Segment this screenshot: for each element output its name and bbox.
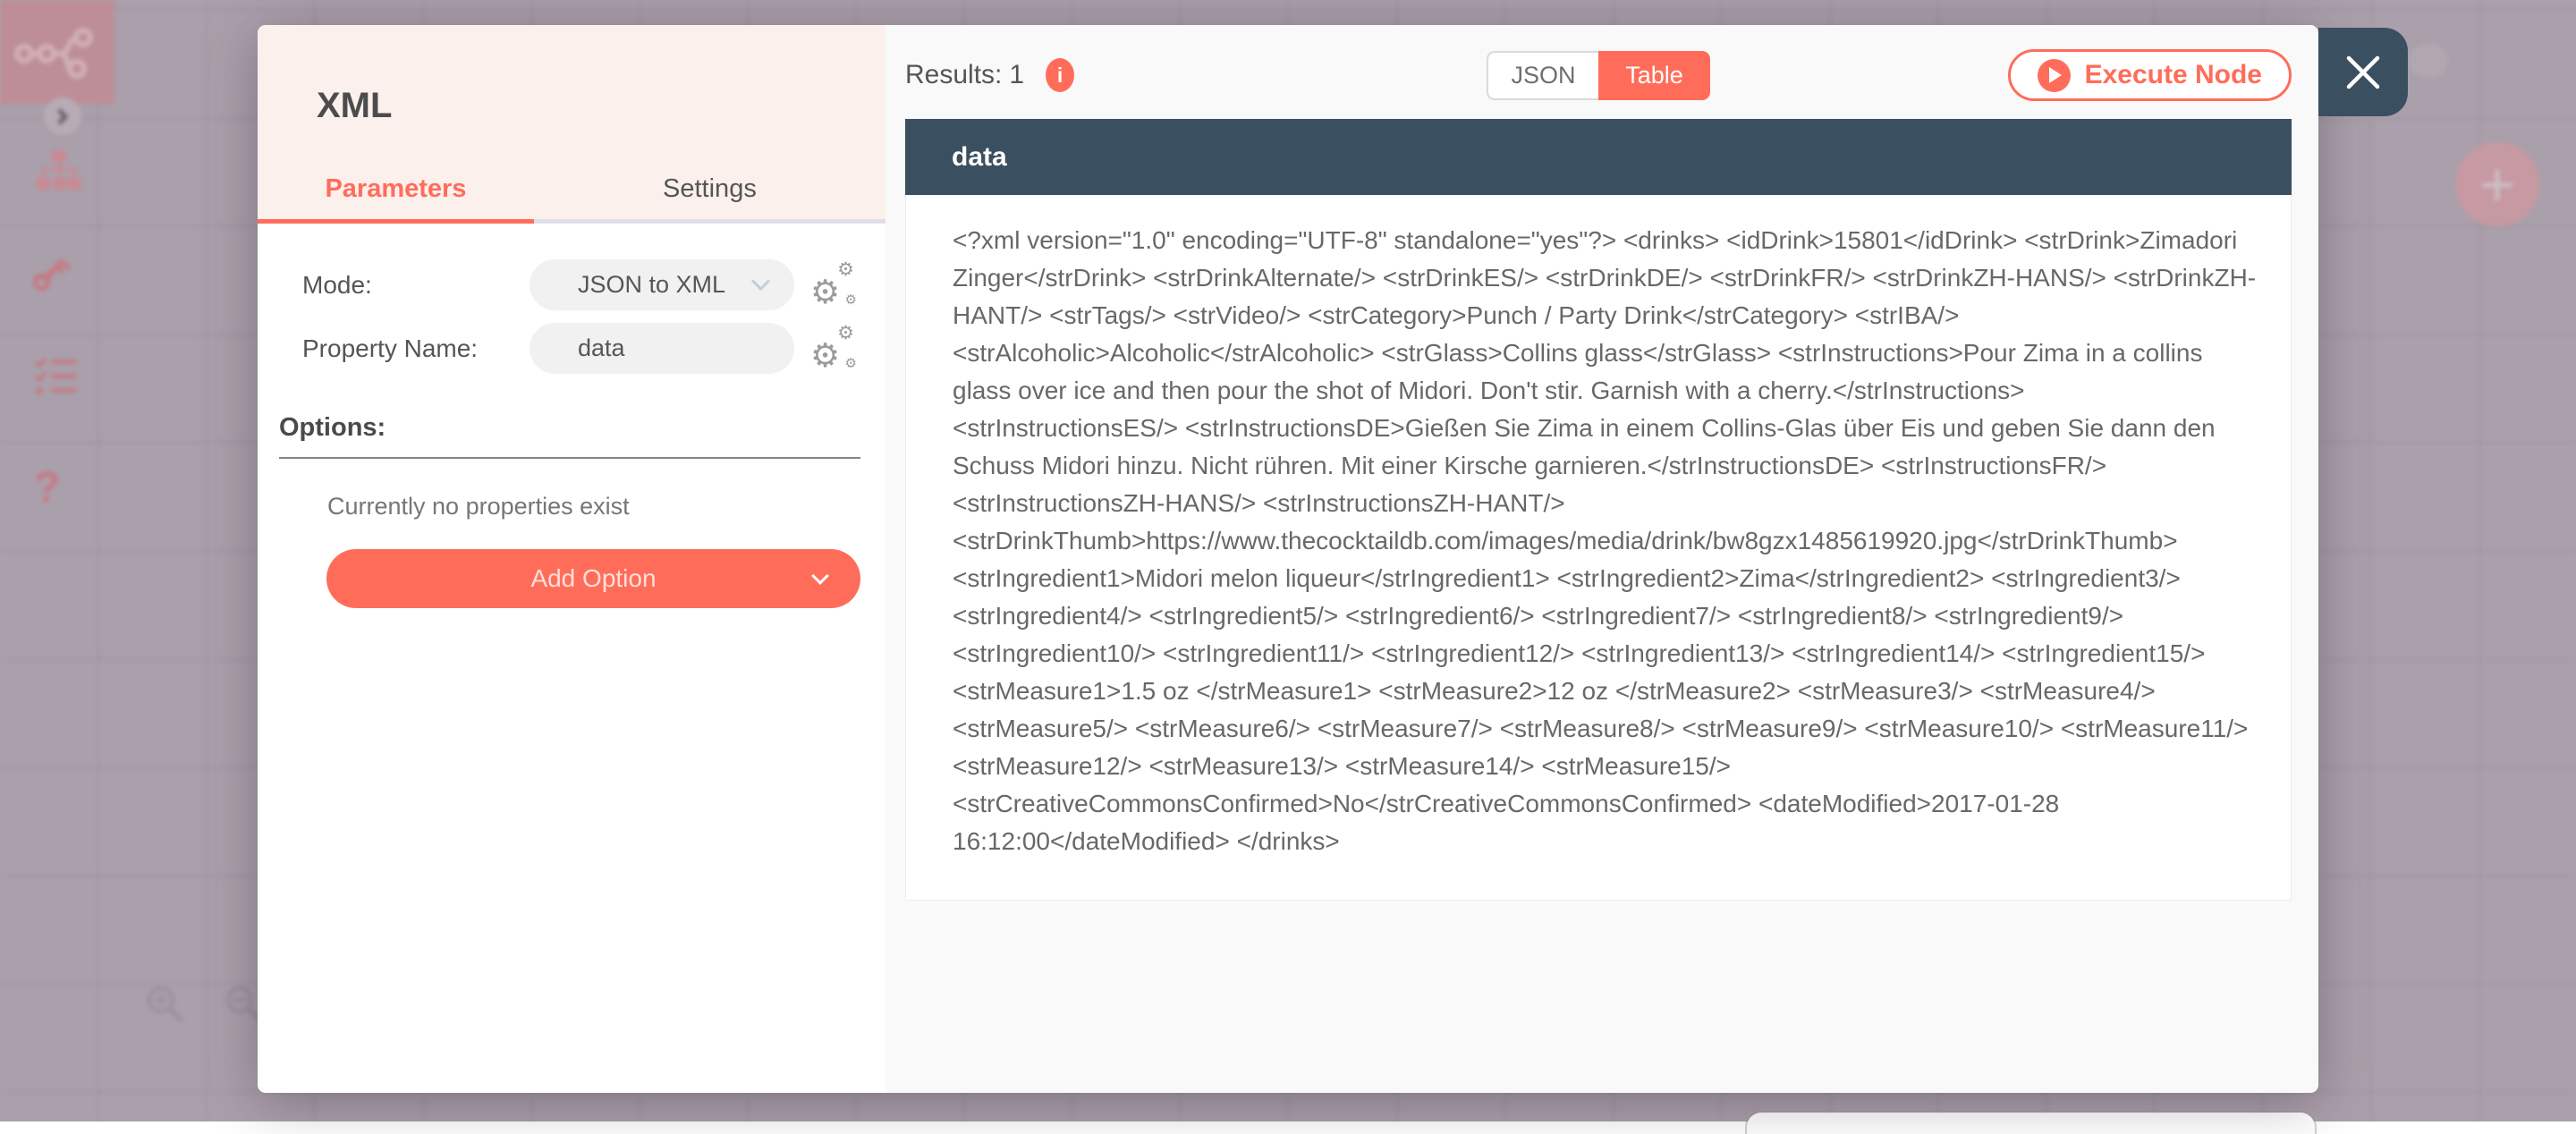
view-json-button[interactable]: JSON [1487,51,1598,100]
chevron-right-icon [52,108,68,124]
node-title: XML [317,86,392,126]
sidebar-item-credentials[interactable] [28,251,72,296]
results-label: Results:1 [905,60,1024,90]
sidebar-item-workflows[interactable] [36,150,82,191]
add-node-button[interactable]: + [2455,142,2539,226]
table-xml-content: <?xml version="1.0" encoding="UTF-8" sta… [905,195,2292,901]
parameters-body: Mode: JSON to XML ⚙ ⚙ ⚙ Property Name: d… [258,224,886,608]
mode-gears-icon[interactable]: ⚙ ⚙ ⚙ [810,262,857,309]
add-option-label: Add Option [530,564,656,593]
options-heading: Options: [279,413,860,443]
question-icon: ? [34,463,60,512]
sidebar-item-help[interactable]: ? [34,463,60,512]
zoom-in-icon [145,984,186,1025]
node-settings-panel: XML Parameters Settings Mode: JSON to XM… [258,25,886,1093]
property-name-value: data [578,334,625,362]
sidebar-item-executions[interactable] [35,357,78,396]
checklist-icon [35,357,78,396]
view-toggle: JSON Table [1487,51,1710,100]
mode-label: Mode: [302,271,530,300]
property-name-input[interactable]: data [530,323,794,374]
n8n-logo-icon [14,23,100,82]
plus-icon: + [2479,153,2516,216]
results-count: 1 [1009,60,1024,89]
property-name-field-row: Property Name: data ⚙ ⚙ ⚙ [279,323,860,374]
view-table-button[interactable]: Table [1598,51,1710,100]
sidebar-collapse-button[interactable] [44,97,81,135]
n8n-logo [0,0,114,105]
sitemap-icon [36,150,82,191]
results-panel: Results:1 i JSON Table Execute Node data… [886,25,2318,1093]
execute-node-label: Execute Node [2085,60,2262,90]
property-name-label: Property Name: [302,334,530,363]
mode-field-row: Mode: JSON to XML ⚙ ⚙ ⚙ [279,259,860,310]
execute-node-button[interactable]: Execute Node [2008,49,2292,101]
table-header-data: data [905,119,2292,195]
play-icon [2038,59,2071,92]
options-divider [279,457,860,459]
property-name-gears-icon[interactable]: ⚙ ⚙ ⚙ [810,326,857,372]
key-icon [28,251,72,296]
background-toggle-pill [2409,44,2448,78]
add-option-button[interactable]: Add Option [326,549,860,608]
mode-select-value: JSON to XML [578,271,725,299]
tab-settings[interactable]: Settings [534,159,886,224]
close-button[interactable] [2318,28,2408,116]
close-icon [2344,54,2382,91]
mode-select[interactable]: JSON to XML [530,259,794,310]
options-empty-text: Currently no properties exist [279,493,860,520]
chevron-down-icon [751,272,770,291]
info-icon[interactable]: i [1046,58,1074,92]
results-table: data <?xml version="1.0" encoding="UTF-8… [905,119,2292,901]
node-details-modal: XML Parameters Settings Mode: JSON to XM… [258,25,2318,1093]
tab-parameters[interactable]: Parameters [258,159,534,224]
chevron-down-icon [811,567,829,585]
node-panel-header: XML Parameters Settings [258,25,886,224]
zoom-in-button[interactable] [145,984,186,1025]
node-card-peek [1747,1113,2315,1134]
node-tabs: Parameters Settings [258,159,886,224]
results-header-row: Results:1 i JSON Table Execute Node [905,48,2292,102]
